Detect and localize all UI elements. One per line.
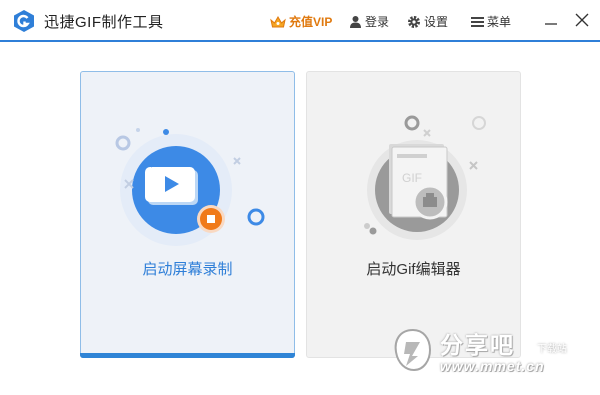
app-title: 迅捷GIF制作工具 [44,14,164,31]
selected-indicator [80,353,295,358]
watermark-logo-icon [394,328,432,372]
watermark-sub: 下载站 [537,344,567,355]
watermark-url: www.mmet.cn [440,358,545,374]
minimize-icon[interactable] [541,10,561,30]
user-icon [350,16,361,28]
login-button[interactable]: 登录 [349,13,389,30]
title-bar: 迅捷GIF制作工具 充值VIP 登录 设置 菜单 [0,0,600,42]
login-label: 登录 [365,15,390,29]
vip-button[interactable]: 充值VIP [270,13,332,30]
settings-label: 设置 [424,15,449,29]
vip-label: 充值VIP [289,15,333,29]
app-logo-icon [14,10,34,32]
gif-editor-icon: GIF [364,115,486,240]
start-gif-editor-card[interactable]: GIF 启动Gif编辑器 [306,71,521,358]
watermark-main: 分享吧 [440,332,515,358]
start-gif-editor-label: 启动Gif编辑器 [366,261,461,278]
menu-label: 菜单 [487,15,512,29]
close-icon[interactable] [572,10,592,30]
gear-icon [408,15,420,28]
start-screen-record-card[interactable]: 启动屏幕录制 [80,71,295,358]
start-screen-record-label: 启动屏幕录制 [142,261,233,278]
crown-icon [270,15,286,27]
menu-button[interactable]: 菜单 [471,13,511,30]
settings-button[interactable]: 设置 [407,13,448,30]
video-record-icon [115,128,265,246]
svg-text:GIF: GIF [402,171,422,185]
menu-icon [471,16,484,27]
watermark: 分享吧 下载站 www.mmet.cn [390,322,595,378]
